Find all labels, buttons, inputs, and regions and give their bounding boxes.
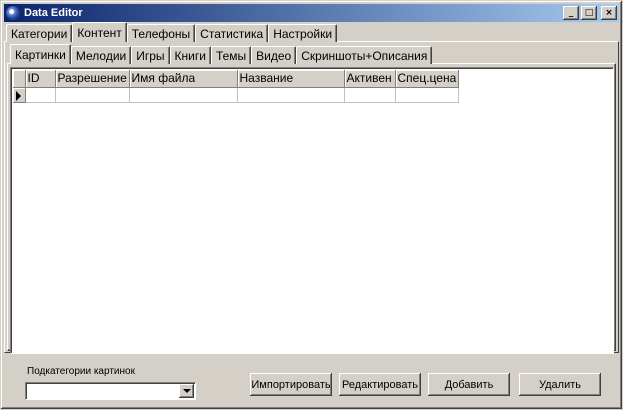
cell-special-price[interactable] bbox=[395, 87, 459, 103]
row-indicator bbox=[13, 87, 26, 103]
grid-header-row: ID Разрешение Имя файла Название Активен… bbox=[13, 70, 459, 88]
column-header-filename[interactable]: Имя файла bbox=[129, 70, 238, 88]
data-editor-window: Data Editor _ □ × Категории Контент Теле… bbox=[0, 0, 623, 410]
subtab-video[interactable]: Видео bbox=[251, 46, 297, 64]
subtab-melodies[interactable]: Мелодии bbox=[70, 46, 132, 64]
maximize-button[interactable]: □ bbox=[581, 6, 597, 20]
current-row-arrow-icon bbox=[16, 90, 21, 101]
column-header-id[interactable]: ID bbox=[25, 70, 56, 88]
column-header-title[interactable]: Название bbox=[237, 70, 345, 88]
import-button[interactable]: Импортировать bbox=[250, 373, 332, 396]
cell-id[interactable] bbox=[25, 87, 56, 103]
grid-table: ID Разрешение Имя файла Название Активен… bbox=[13, 70, 459, 103]
subtab-themes[interactable]: Темы bbox=[210, 46, 252, 64]
add-button[interactable]: Добавить bbox=[428, 373, 510, 396]
dropdown-arrow-icon[interactable] bbox=[179, 384, 194, 398]
cell-resolution[interactable] bbox=[55, 87, 130, 103]
app-icon bbox=[6, 6, 20, 20]
window-title: Data Editor bbox=[24, 7, 83, 19]
subtab-games[interactable]: Игры bbox=[131, 46, 170, 64]
tab-statistics[interactable]: Статистика bbox=[195, 24, 269, 42]
close-button[interactable]: × bbox=[601, 6, 617, 20]
column-header-resolution[interactable]: Разрешение bbox=[55, 70, 130, 88]
edit-button[interactable]: Редактировать bbox=[339, 373, 421, 396]
table-row[interactable] bbox=[13, 87, 459, 103]
subcategory-combobox[interactable] bbox=[25, 382, 196, 400]
window-controls: _ □ × bbox=[563, 6, 617, 20]
minimize-button[interactable]: _ bbox=[563, 6, 579, 20]
row-indicator-header bbox=[13, 70, 26, 88]
main-tabs: Категории Контент Телефоны Статистика На… bbox=[6, 22, 338, 42]
tab-categories[interactable]: Категории bbox=[6, 24, 73, 42]
cell-active[interactable] bbox=[344, 87, 396, 103]
tab-content[interactable]: Контент bbox=[72, 22, 127, 42]
cell-title[interactable] bbox=[237, 87, 345, 103]
content-subtabs: Картинки Мелодии Игры Книги Темы Видео С… bbox=[10, 44, 433, 64]
subtab-pictures[interactable]: Картинки bbox=[10, 44, 71, 64]
delete-button[interactable]: Удалить bbox=[519, 373, 601, 396]
cell-filename[interactable] bbox=[129, 87, 238, 103]
tab-settings[interactable]: Настройки bbox=[268, 24, 338, 42]
data-grid[interactable]: ID Разрешение Имя файла Название Активен… bbox=[10, 67, 614, 354]
tab-phones[interactable]: Телефоны bbox=[126, 24, 196, 42]
subcategory-label: Подкатегории картинок bbox=[27, 366, 135, 377]
title-bar[interactable]: Data Editor _ □ × bbox=[4, 4, 619, 22]
subtab-books[interactable]: Книги bbox=[169, 46, 211, 64]
column-header-active[interactable]: Активен bbox=[344, 70, 396, 88]
subtab-screenshots[interactable]: Скриншоты+Описания bbox=[296, 46, 433, 64]
column-header-special-price[interactable]: Спец.цена bbox=[395, 70, 459, 88]
